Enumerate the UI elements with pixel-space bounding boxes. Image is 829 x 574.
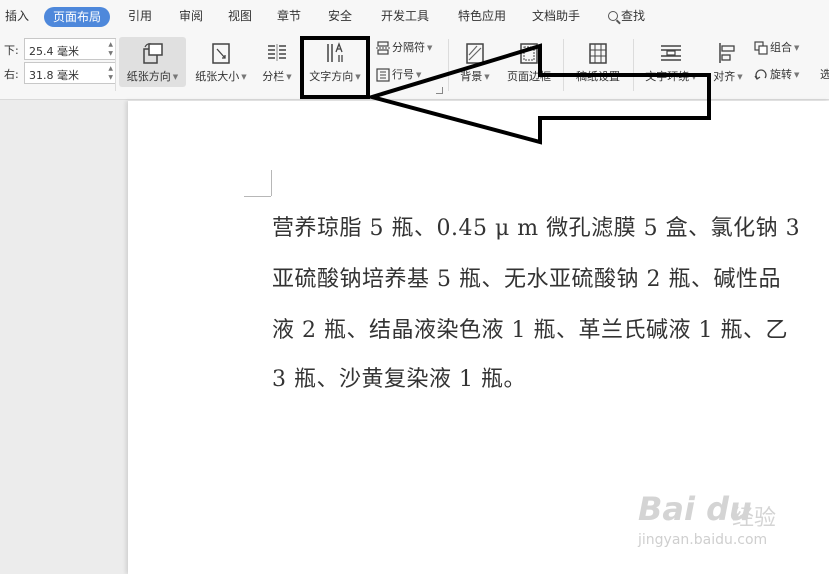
group-icon [754,41,768,55]
margin-bottom-value: 25.4 毫米 [29,45,79,58]
paragraph-line[interactable]: 液 2 瓶、结晶液染色液 1 瓶、革兰氏碱液 1 瓶、乙 [272,312,788,344]
ribbon-separator [448,39,449,91]
page-border-button[interactable]: 页面边框 [502,37,556,87]
page-setup-launcher-icon[interactable] [436,87,443,94]
chevron-down-icon: ▼ [355,73,361,81]
tab-security[interactable]: 安全 [328,0,352,33]
margin-right-spinner[interactable]: ▲ ▼ [108,64,113,82]
margin-right-input[interactable]: 31.8 毫米 ▲ ▼ [24,62,116,84]
tab-special-apps[interactable]: 特色应用 [458,0,506,33]
chevron-down-icon: ▼ [691,73,697,81]
menu-tab-bar: 插入 页面布局 引用 审阅 视图 章节 安全 开发工具 特色应用 文档助手 查找 [0,0,829,33]
page-border-icon [520,43,538,64]
chevron-down-icon: ▼ [737,73,743,81]
columns-button[interactable]: 分栏 ▼ [257,37,297,87]
grid-paper-button[interactable]: 稿纸设置 [568,37,628,87]
chevron-down-icon: ▼ [241,73,247,81]
align-button[interactable]: 对齐 ▼ [708,37,748,87]
tab-page-layout[interactable]: 页面布局 [44,7,111,27]
tab-doc-assistant[interactable]: 文档助手 [532,0,580,33]
paper-size-button[interactable]: 纸张大小 ▼ [189,37,253,87]
paragraph-line[interactable]: 3 瓶、沙黄复染液 1 瓶。 [272,361,526,393]
line-number-label: 行号 [392,68,414,81]
tab-view[interactable]: 视图 [228,0,252,33]
text-wrap-icon [661,45,681,61]
text-direction-icon [327,42,343,62]
tab-insert[interactable]: 插入 [5,0,29,33]
tab-developer[interactable]: 开发工具 [381,0,429,33]
margin-corner-mark [271,170,272,196]
find-label: 查找 [621,9,646,23]
orientation-label: 纸张方向 [126,70,171,83]
chevron-down-icon: ▼ [427,44,433,52]
paper-size-label: 纸张大小 [195,70,240,83]
align-label: 对齐 [713,70,736,83]
text-direction-label: 文字方向 [309,70,354,83]
margin-right-value: 31.8 毫米 [29,69,79,82]
tab-chapter[interactable]: 章节 [277,0,301,33]
section-break-button[interactable]: 分隔符 ▼ [376,38,432,58]
text-wrap-label: 文字环绕 [645,70,690,83]
chevron-down-icon: ▼ [416,71,422,79]
ribbon-toolbar: 下: 25.4 毫米 ▲ ▼ 右: 31.8 毫米 ▲ ▼ 纸张方向 ▼ 纸张大小 ▼ [0,33,829,100]
align-icon [719,43,735,63]
rotate-icon [754,69,767,80]
margin-bottom-input[interactable]: 25.4 毫米 ▲ ▼ [24,38,116,60]
rotate-label: 旋转 [770,68,792,81]
ribbon-separator [633,39,634,91]
paper-size-icon [212,43,230,64]
select-pane-button[interactable]: 选 [820,65,829,85]
tab-find[interactable]: 查找 [608,0,645,33]
chevron-down-icon: ▼ [484,73,490,81]
chevron-down-icon: ▼ [794,71,800,79]
grid-paper-label: 稿纸设置 [576,70,620,83]
search-icon [608,11,618,21]
group-button[interactable]: 组合 ▼ [754,38,799,58]
grid-paper-icon [589,43,607,64]
orientation-button[interactable]: 纸张方向 ▼ [119,37,186,87]
ribbon-separator [563,39,564,91]
tab-review[interactable]: 审阅 [179,0,203,33]
columns-icon [268,44,286,61]
tab-references[interactable]: 引用 [128,0,152,33]
paragraph-line[interactable]: 营养琼脂 5 瓶、0.45 μ m 微孔滤膜 5 盒、氯化钠 3 [272,210,800,242]
columns-label: 分栏 [262,70,285,83]
text-wrap-button[interactable]: 文字环绕 ▼ [637,37,705,87]
page-border-label: 页面边框 [507,70,551,83]
group-label: 组合 [770,41,792,54]
margin-bottom-label: 下: [4,44,19,57]
orientation-icon [142,43,163,64]
margin-corner-mark [244,196,271,197]
rotate-button[interactable]: 旋转 ▼ [754,65,799,85]
select-pane-label: 选 [820,68,829,81]
chevron-down-icon: ▼ [172,73,179,81]
line-number-button[interactable]: 行号 ▼ [376,65,421,85]
line-number-icon [376,68,390,82]
background-label: 背景 [460,70,483,83]
section-break-icon [376,41,390,55]
ribbon-separator [115,39,116,91]
margin-bottom-spinner[interactable]: ▲ ▼ [108,40,113,58]
background-button[interactable]: 背景 ▼ [452,37,498,87]
background-icon [466,43,484,64]
margin-right-label: 右: [4,68,19,81]
chevron-down-icon: ▼ [286,73,292,81]
chevron-down-icon: ▼ [794,44,800,52]
paragraph-line[interactable]: 亚硫酸钠培养基 5 瓶、无水亚硫酸钠 2 瓶、碱性品 [272,261,781,293]
section-break-label: 分隔符 [392,41,425,54]
text-direction-button[interactable]: 文字方向 ▼ [303,37,367,87]
